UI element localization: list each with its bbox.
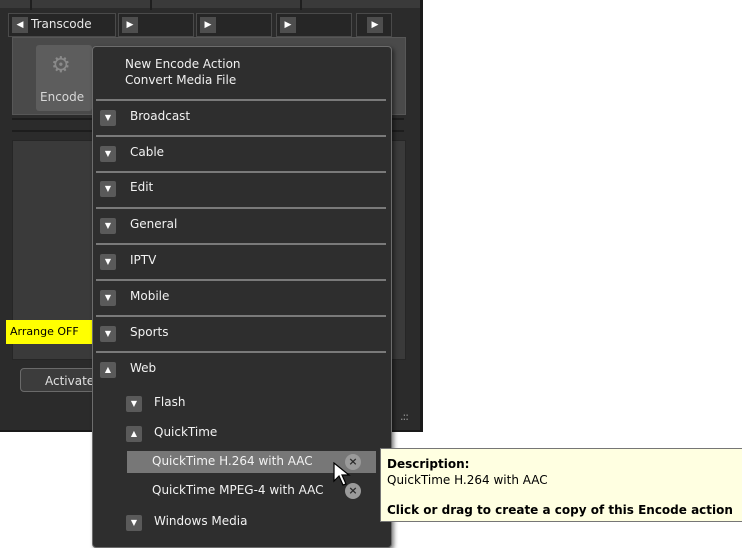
category-web[interactable]: ▲ Web [100, 360, 385, 382]
category-iptv[interactable]: ▼ IPTV [100, 252, 385, 274]
subcategory-quicktime[interactable]: ▲ QuickTime [126, 424, 376, 446]
category-label: IPTV [130, 253, 157, 267]
chevron-down-icon[interactable]: ▼ [126, 515, 142, 531]
chevron-down-icon[interactable]: ▼ [126, 396, 142, 412]
tooltip-description: QuickTime H.264 with AAC [387, 473, 548, 487]
menu-item-new-encode-action[interactable]: New Encode Action [125, 57, 241, 71]
category-label: Edit [130, 180, 154, 194]
preset-label: QuickTime MPEG-4 with AAC [152, 483, 324, 497]
category-label: General [130, 217, 178, 231]
description-tooltip: Description: QuickTime H.264 with AAC Cl… [380, 448, 742, 522]
chevron-down-icon[interactable]: ▼ [100, 110, 116, 126]
tab-slot-2[interactable]: ▶ [118, 13, 194, 37]
tab-transcode-label: Transcode [31, 17, 92, 31]
subcategory-flash[interactable]: ▼ Flash [126, 394, 376, 416]
category-cable[interactable]: ▼ Cable [100, 144, 385, 166]
divider [300, 0, 302, 10]
category-mobile[interactable]: ▼ Mobile [100, 288, 385, 310]
tab-slot-4[interactable]: ▶ [276, 13, 352, 37]
top-strip [0, 0, 420, 8]
preset-label: QuickTime H.264 with AAC [152, 454, 313, 468]
category-general[interactable]: ▼ General [100, 216, 385, 238]
divider [96, 243, 386, 245]
chevron-down-icon[interactable]: ▼ [100, 181, 116, 197]
chevron-up-icon[interactable]: ▲ [100, 362, 116, 378]
chevron-right-icon[interactable]: ▶ [367, 17, 383, 33]
chevron-right-icon[interactable]: ▶ [200, 17, 216, 33]
category-edit[interactable]: ▼ Edit [100, 179, 385, 201]
chevron-down-icon[interactable]: ▼ [100, 290, 116, 306]
divider [96, 135, 386, 137]
subcategory-label: Windows Media [154, 514, 248, 528]
divider [96, 99, 386, 101]
divider [96, 351, 386, 353]
divider [150, 0, 152, 10]
category-label: Broadcast [130, 109, 191, 123]
tab-slot-3[interactable]: ▶ [196, 13, 272, 37]
divider [30, 0, 32, 10]
tooltip-hint: Click or drag to create a copy of this E… [387, 503, 733, 517]
subcategory-label: Flash [154, 395, 186, 409]
chevron-up-icon[interactable]: ▲ [126, 426, 142, 442]
subcategory-label: QuickTime [154, 425, 218, 439]
chevron-right-icon[interactable]: ▶ [280, 17, 296, 33]
encode-tile[interactable]: ⚙ Encode [36, 45, 92, 111]
arrange-status-badge[interactable]: Arrange OFF [6, 320, 100, 344]
category-label: Sports [130, 325, 169, 339]
chevron-down-icon[interactable]: ▼ [100, 218, 116, 234]
chevron-down-icon[interactable]: ▼ [100, 146, 116, 162]
category-broadcast[interactable]: ▼ Broadcast [100, 108, 385, 130]
divider [96, 279, 386, 281]
chevron-down-icon[interactable]: ▼ [100, 254, 116, 270]
category-label: Cable [130, 145, 165, 159]
tab-transcode[interactable]: ◀ Transcode [8, 13, 116, 37]
mouse-cursor-icon [333, 462, 351, 486]
category-label: Mobile [130, 289, 170, 303]
tooltip-title: Description: [387, 457, 470, 471]
chevron-left-icon[interactable]: ◀ [12, 17, 28, 33]
divider [96, 315, 386, 317]
divider [96, 171, 386, 173]
subcategory-windows-media[interactable]: ▼ Windows Media [126, 513, 376, 535]
chevron-down-icon[interactable]: ▼ [100, 326, 116, 342]
menu-item-convert-media-file[interactable]: Convert Media File [125, 73, 236, 87]
resize-grip-icon[interactable]: .:: [400, 410, 409, 423]
divider [96, 207, 386, 209]
category-sports[interactable]: ▼ Sports [100, 324, 385, 346]
gears-icon: ⚙ [51, 53, 71, 78]
category-label: Web [130, 361, 157, 375]
tab-slot-5[interactable]: ▶ [356, 13, 392, 37]
chevron-right-icon[interactable]: ▶ [122, 17, 138, 33]
encode-tile-label: Encode [40, 90, 85, 104]
